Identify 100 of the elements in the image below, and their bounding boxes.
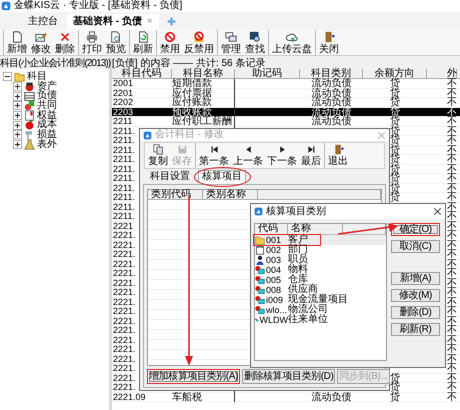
toolbar-button[interactable]: 上一条: [231, 143, 265, 168]
item-icon: [255, 265, 265, 275]
expand-toggle[interactable]: [3, 72, 12, 82]
tree-item[interactable]: 资产: [37, 82, 57, 92]
table-cell: 2221: [113, 220, 134, 230]
table-cell: 2221.: [113, 344, 136, 354]
list-row[interactable]: 008 供应商: [255, 285, 386, 295]
tree-item[interactable]: 成本: [37, 120, 57, 130]
expand-toggle[interactable]: [13, 130, 22, 140]
table-cell: 2201: [113, 88, 134, 98]
list-row[interactable]: 005 仓库: [255, 275, 386, 285]
expand-toggle[interactable]: [13, 120, 22, 130]
table-cell: 不: [447, 334, 457, 346]
table-cell: 流动负债: [312, 78, 352, 89]
list-row[interactable]: 003 职员: [255, 255, 386, 265]
expand-toggle[interactable]: [13, 111, 22, 120]
table-cell: 流动负债: [312, 88, 352, 98]
table-row[interactable]: 2201 应付票据 流动负债 贷 不: [112, 88, 460, 98]
dialog-button[interactable]: 确定(O): [391, 223, 440, 236]
table-row[interactable]: 2203 预收账款 流动负债 贷 不: [112, 108, 460, 117]
tree-item[interactable]: 共同: [37, 100, 57, 111]
tree-item[interactable]: 损益: [37, 130, 57, 140]
toolbar-button[interactable]: 预览: [104, 30, 128, 55]
table-cell: 贷: [390, 126, 400, 136]
tree-item[interactable]: 科目: [27, 72, 47, 82]
table-cell: 2211: [113, 116, 132, 126]
table-row[interactable]: 2001 短期借款 流动负债 贷 不: [112, 79, 460, 88]
column-header[interactable]: 余额方向: [363, 69, 427, 79]
table-cell: 不: [447, 344, 457, 355]
column-header[interactable]: 科目类别: [300, 69, 363, 79]
toolbar-button[interactable]: 上传云盘: [270, 30, 314, 55]
toolbar-button[interactable]: 删除: [53, 30, 77, 55]
table-cell: 2221.: [113, 325, 136, 335]
toolbar-button[interactable]: 新增: [5, 30, 29, 55]
toolbar-button[interactable]: 刷新: [131, 30, 155, 55]
table-cell: 不: [447, 211, 457, 222]
category-icon: [24, 120, 35, 131]
toolbar-button[interactable]: 打印: [80, 30, 104, 55]
toolbar-button[interactable]: 修改: [29, 30, 53, 55]
toolbar-button[interactable]: 复制: [146, 143, 170, 168]
item-icon: [255, 285, 265, 295]
dialog-button[interactable]: 增加核算项目类别(A): [147, 369, 240, 384]
table-cell-text: 物流公司: [288, 305, 329, 315]
toolbar-button[interactable]: 反禁用: [182, 30, 216, 55]
table-row[interactable]: 2211 应付职工薪酬 流动负债 贷 不: [112, 117, 460, 126]
tab[interactable]: 主控台: [22, 14, 64, 30]
first-icon: [208, 144, 220, 155]
table-cell: 不: [447, 363, 457, 374]
dialog-button[interactable]: 刷新(R): [391, 323, 440, 336]
table-row[interactable]: 2221.09 车船税 流动负债 贷 不: [112, 392, 460, 402]
toolbar-button[interactable]: 管理: [219, 30, 243, 55]
tab[interactable]: 核算项目: [198, 170, 246, 184]
list-row[interactable]: WLDW往来单位: [255, 315, 386, 325]
dialog-button[interactable]: 修改(M): [391, 289, 440, 302]
delete-icon: [59, 30, 71, 42]
table-cell: 不: [447, 392, 457, 402]
dialog-button[interactable]: 删除(D): [391, 306, 440, 319]
table-cell: 2221.: [113, 306, 136, 316]
toolbar-button[interactable]: 禁用: [158, 30, 182, 55]
dialog-button[interactable]: 删除核算项目类别(D): [242, 369, 336, 384]
table-cell: 002: [266, 245, 282, 255]
table-cell: 不: [447, 354, 457, 364]
table-cell: wlo...: [266, 305, 288, 315]
toolbar-button[interactable]: 第一条: [197, 143, 231, 168]
dialog-button[interactable]: 取消(C): [391, 240, 440, 253]
dialog-title: 会计科目 - 修改: [155, 130, 224, 140]
list-row[interactable]: 004 物料: [255, 265, 386, 275]
column-header[interactable]: 科目代码: [112, 69, 172, 79]
list-row[interactable]: 001 客户: [255, 235, 386, 245]
column-header[interactable]: 助记码: [235, 69, 300, 79]
table-cell: 2221.: [113, 230, 136, 240]
category-icon: [24, 90, 35, 102]
toolbar-button[interactable]: 最后: [299, 143, 323, 168]
list-row[interactable]: wlo...物流公司: [255, 305, 386, 315]
tab[interactable]: 科目设置: [146, 170, 194, 184]
expand-toggle[interactable]: [13, 82, 22, 92]
toolbar-button[interactable]: 查找: [243, 30, 267, 55]
table-cell: 2211.: [113, 211, 135, 221]
column-header[interactable]: 科目名称: [172, 69, 235, 79]
tree-item[interactable]: 表外: [37, 140, 57, 150]
table-cell: 贷: [390, 382, 400, 393]
item-icon: [255, 275, 265, 285]
person-icon: [255, 255, 265, 265]
expand-toggle[interactable]: [13, 101, 22, 110]
list-row[interactable]: i009 现金流量项目: [255, 295, 386, 305]
table-cell: 003: [266, 255, 282, 265]
column-header[interactable]: 外: [427, 69, 457, 79]
toolbar-button[interactable]: 下一条: [265, 143, 299, 168]
list-row[interactable]: 002 部门: [255, 245, 386, 255]
table-cell: 2221.: [113, 296, 136, 306]
last-icon: [306, 144, 316, 155]
dialog-button[interactable]: 新增(A): [391, 272, 440, 285]
expand-toggle[interactable]: [13, 92, 22, 101]
toolbar-button[interactable]: 退出: [326, 143, 350, 168]
table-cell: 不: [447, 296, 457, 308]
table-cell: 不: [447, 268, 457, 279]
close-icon[interactable]: [433, 207, 442, 216]
toolbar-button[interactable]: 关闭: [317, 30, 341, 55]
expand-toggle[interactable]: [13, 140, 22, 150]
table-cell: 贷: [390, 182, 400, 194]
